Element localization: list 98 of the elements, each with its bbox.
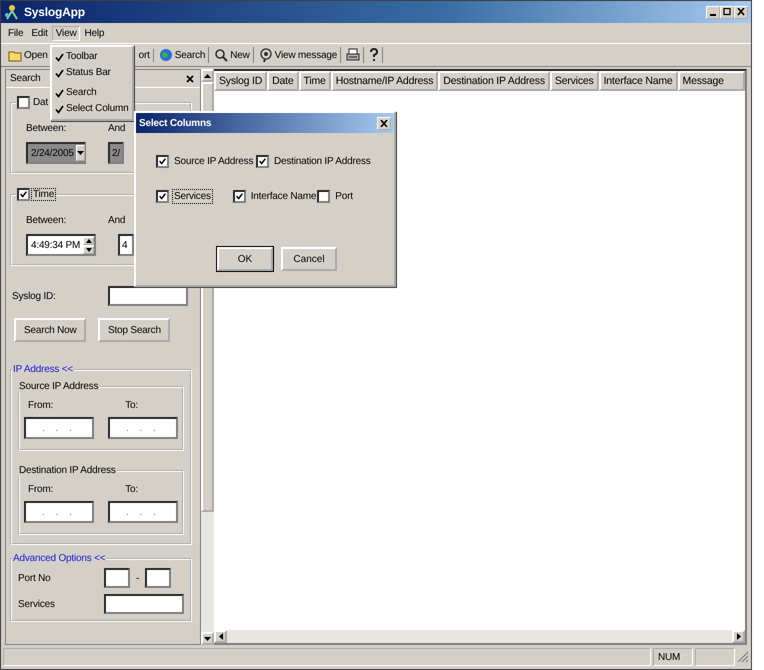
up-arrow-icon[interactable]: [86, 238, 92, 242]
menu-item[interactable]: Search: [52, 85, 132, 101]
window-title: SyslogApp: [24, 5, 85, 19]
port-field[interactable]: [104, 568, 130, 588]
column-header[interactable]: Message: [678, 71, 745, 91]
checkbox[interactable]: [156, 190, 169, 203]
toolbar-button[interactable]: Search: [156, 47, 210, 63]
field-label: Services: [18, 598, 56, 610]
ip-address-field[interactable]: . . .: [24, 417, 94, 439]
maximize-button[interactable]: [720, 6, 734, 18]
column-header[interactable]: Interface Name: [598, 71, 678, 91]
panel-title: Search: [10, 73, 40, 84]
port-field[interactable]: [145, 568, 172, 588]
dialog-button[interactable]: Cancel: [281, 247, 337, 271]
column-header[interactable]: Syslog ID: [214, 71, 268, 91]
field-label: From:: [28, 484, 54, 495]
app-icon: [4, 4, 20, 20]
caret-icon: [76, 151, 84, 155]
ip-address-field[interactable]: . . .: [108, 417, 178, 439]
services-field[interactable]: [104, 594, 184, 614]
field-label: Between:: [26, 123, 68, 134]
checkbox[interactable]: [17, 188, 30, 201]
panel-button[interactable]: Search Now: [14, 318, 86, 342]
separator-text: -: [136, 572, 140, 584]
group-title: Destination IP Address: [19, 465, 116, 476]
checkbox-label: Services: [173, 190, 212, 203]
left-arrow-icon[interactable]: [218, 633, 222, 640]
status-panel: [695, 648, 735, 666]
field-label: Syslog ID:: [12, 290, 56, 302]
close-button[interactable]: [377, 116, 391, 130]
field-label: Between:: [26, 215, 68, 226]
checkmark-icon: [258, 157, 267, 166]
menu-item[interactable]: Edit: [27, 26, 52, 40]
field-label: To:: [125, 400, 138, 411]
checkmark-icon: [19, 190, 28, 199]
maximize-icon: [723, 8, 731, 16]
checkbox-label: Interface Name: [250, 190, 318, 203]
menu-item[interactable]: Help: [80, 26, 108, 40]
checkbox-label: Time: [32, 189, 56, 200]
resize-grip-icon[interactable]: [737, 651, 749, 663]
toggle-link[interactable]: IP Address <<: [13, 364, 74, 375]
time-picker[interactable]: 4:49:34 PM: [26, 234, 96, 256]
up-arrow-icon[interactable]: [204, 74, 211, 78]
menu-item[interactable]: View: [52, 26, 80, 40]
date-picker[interactable]: 2/24/2005: [26, 142, 86, 164]
column-header[interactable]: Hostname/IP Address: [330, 71, 438, 91]
checkbox-label: Dat: [32, 97, 49, 108]
field-label: And: [108, 215, 126, 226]
close-icon: [380, 120, 388, 126]
field-label: From:: [28, 400, 54, 411]
column-header[interactable]: Services: [550, 71, 599, 91]
field-label: To:: [125, 484, 138, 495]
down-arrow-icon[interactable]: [204, 636, 211, 640]
field-label: Port No: [18, 572, 52, 584]
menu-item[interactable]: File: [4, 26, 28, 40]
toolbar-button[interactable]: New: [211, 47, 254, 63]
status-indicator: NUM: [653, 648, 693, 666]
column-header[interactable]: Destination IP Address: [438, 71, 550, 91]
dialog-button[interactable]: OK: [217, 247, 273, 271]
column-header[interactable]: Time: [298, 71, 331, 91]
checkbox[interactable]: [156, 155, 169, 168]
right-arrow-icon[interactable]: [736, 633, 740, 640]
down-arrow-icon[interactable]: [86, 248, 92, 252]
menu-item[interactable]: Status Bar: [52, 65, 132, 81]
minimize-button[interactable]: [706, 6, 720, 18]
checkbox[interactable]: [317, 190, 330, 203]
magnifier-icon: [214, 48, 228, 62]
printer-icon: [346, 48, 360, 62]
syslog-id-field[interactable]: [108, 286, 188, 306]
checkmark-icon: [234, 192, 244, 201]
close-button[interactable]: [734, 6, 748, 18]
column-header[interactable]: Date: [267, 71, 299, 91]
checkbox-label: Port: [334, 190, 354, 203]
toolbar-button[interactable]: View message: [256, 47, 342, 63]
checkbox[interactable]: [256, 155, 269, 168]
time-picker[interactable]: 4: [118, 234, 134, 256]
dialog-title: Select Columns: [139, 118, 212, 128]
ip-address-field[interactable]: . . .: [108, 501, 178, 523]
globe-icon: [158, 48, 173, 62]
panel-button[interactable]: Stop Search: [98, 318, 170, 342]
close-icon[interactable]: [186, 74, 194, 82]
question-mark-icon: [369, 48, 380, 62]
checkmark-icon: [158, 192, 167, 201]
checkbox[interactable]: [17, 96, 30, 109]
group-title: Source IP Address: [19, 381, 98, 392]
menu-item[interactable]: Select Column: [52, 101, 132, 117]
menu-item[interactable]: Toolbar: [52, 49, 132, 65]
date-picker[interactable]: 2/: [108, 142, 124, 164]
magnifier-icon: [258, 48, 273, 62]
checkbox-label: Destination IP Address: [273, 155, 372, 168]
toggle-link[interactable]: Advanced Options <<: [13, 553, 106, 564]
checkbox-label: Source IP Address: [173, 155, 254, 168]
field-label: And: [108, 123, 126, 134]
horizontal-scrollbar[interactable]: [214, 630, 745, 643]
checkbox[interactable]: [232, 190, 246, 203]
checkmark-icon: [158, 157, 167, 166]
ip-address-field[interactable]: . . .: [24, 501, 94, 523]
close-icon: [737, 8, 745, 16]
